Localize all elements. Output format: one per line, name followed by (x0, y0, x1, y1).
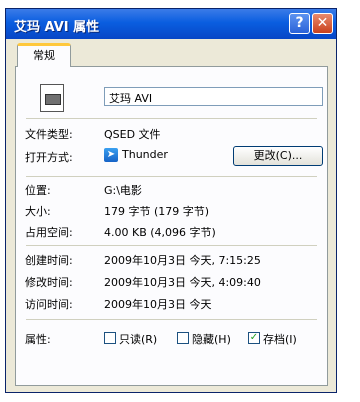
created-value: 2009年10月3日 今天, 7:15:25 (104, 254, 261, 267)
file-type-label: 文件类型: (25, 128, 73, 141)
divider (26, 118, 317, 119)
title-bar[interactable]: 艾玛 AVI 属性 ? ✕ (6, 9, 336, 39)
file-icon (40, 84, 64, 112)
readonly-checkbox[interactable] (104, 332, 116, 344)
divider (26, 245, 317, 246)
properties-dialog: 艾玛 AVI 属性 ? ✕ 常规 艾玛 AVI 文件类型: QSED 文件 打开… (5, 8, 337, 393)
created-label: 创建时间: (25, 254, 73, 267)
general-panel: 艾玛 AVI 文件类型: QSED 文件 打开方式: ➤ Thunder 更改(… (15, 66, 328, 386)
divider (26, 319, 317, 320)
archive-label[interactable]: 存档(I) (263, 331, 297, 347)
file-name-field[interactable]: 艾玛 AVI (104, 87, 323, 106)
size-value: 179 字节 (179 字节) (104, 205, 210, 218)
help-button[interactable]: ? (289, 13, 310, 34)
close-button[interactable]: ✕ (312, 13, 333, 34)
disk-size-label: 占用空间: (25, 226, 73, 239)
open-with-label: 打开方式: (25, 151, 73, 164)
modified-label: 修改时间: (25, 276, 73, 289)
location-value: G:\电影 (104, 184, 142, 197)
file-type-value: QSED 文件 (104, 128, 161, 141)
attributes-label: 属性: (25, 333, 51, 346)
accessed-label: 访问时间: (25, 298, 73, 311)
thunder-app-icon: ➤ (104, 148, 118, 162)
archive-checkbox[interactable]: ✓ (248, 332, 260, 344)
tab-general[interactable]: 常规 (17, 43, 71, 67)
change-button[interactable]: 更改(C)... (233, 146, 323, 166)
location-label: 位置: (25, 184, 51, 197)
accessed-value: 2009年10月3日 今天 (104, 298, 212, 311)
modified-value: 2009年10月3日 今天, 4:09:40 (104, 276, 261, 289)
readonly-label[interactable]: 只读(R) (119, 331, 157, 347)
divider (26, 176, 317, 177)
hidden-checkbox[interactable] (177, 332, 189, 344)
window-title: 艾玛 AVI 属性 (14, 20, 100, 35)
open-with-app: Thunder (122, 148, 168, 161)
hidden-label[interactable]: 隐藏(H) (192, 331, 231, 347)
size-label: 大小: (25, 205, 51, 218)
disk-size-value: 4.00 KB (4,096 字节) (104, 226, 216, 239)
